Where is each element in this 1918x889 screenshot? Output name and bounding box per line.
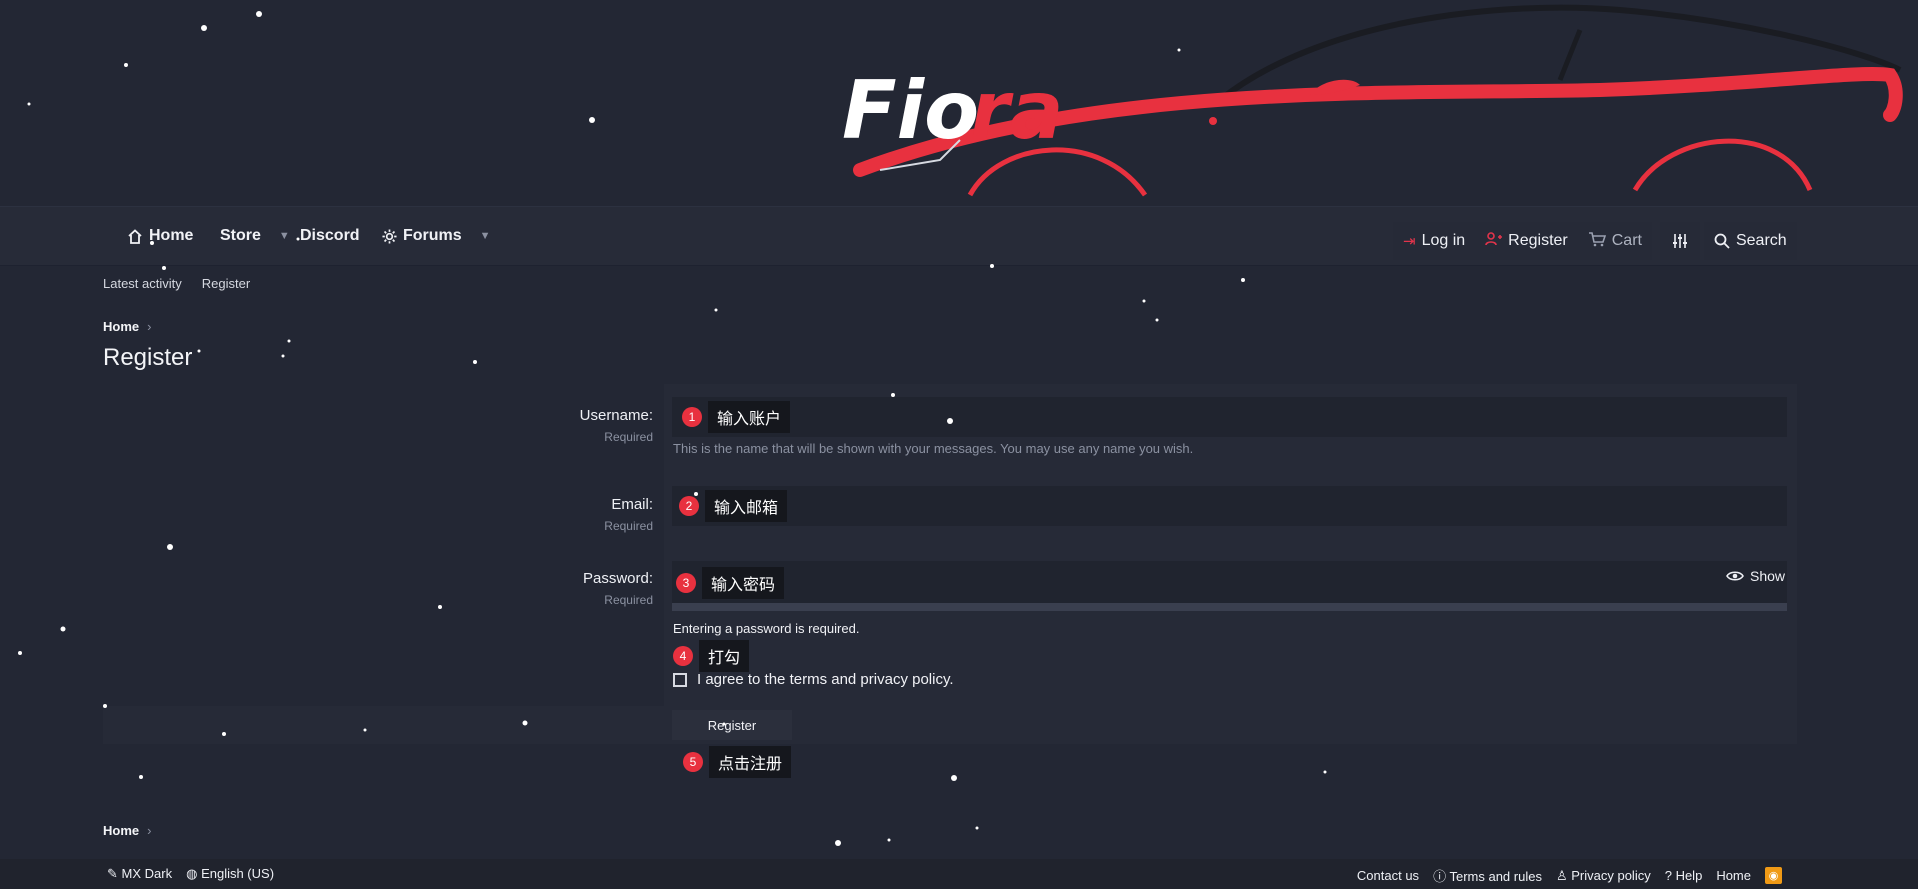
annotation-4: 4 打勾 <box>673 640 750 672</box>
help-link[interactable]: ? Help <box>1665 868 1703 883</box>
sub-navigation: Latest activity Register <box>103 276 250 291</box>
question-icon: ? <box>1664 868 1672 883</box>
subnav-latest-activity[interactable]: Latest activity <box>103 276 182 291</box>
breadcrumb-home[interactable]: Home <box>103 823 139 838</box>
required-note: Required <box>604 519 653 533</box>
email-input[interactable] <box>672 486 1787 526</box>
main-navbar: Home Store ▼ Discord Forums ▼ ⇥ Log in R… <box>0 206 1918 266</box>
subnav-register[interactable]: Register <box>202 276 250 291</box>
annotation-2: 2 输入邮箱 <box>679 490 788 522</box>
car-pillar <box>1557 29 1583 81</box>
style-chooser-button[interactable] <box>1659 222 1700 260</box>
logo-text-red: ra <box>970 64 1063 157</box>
nav-home-label: Home <box>149 227 194 244</box>
annotation-1: 1 输入账户 <box>682 401 791 433</box>
password-input[interactable] <box>672 561 1787 603</box>
contact-link[interactable]: Contact us <box>1357 868 1419 883</box>
nav-store[interactable]: Store ▼ <box>220 227 290 245</box>
search-icon <box>1714 233 1730 249</box>
agree-terms[interactable]: I agree to the terms and privacy policy. <box>673 671 954 688</box>
gear-icon <box>382 228 397 244</box>
car-light <box>1209 117 1217 125</box>
brush-icon: ✎ <box>107 866 118 881</box>
chevron-right-icon: › <box>147 319 152 334</box>
chevron-right-icon: › <box>147 823 152 838</box>
nav-discord-label: Discord <box>300 227 360 244</box>
nav-forums[interactable]: Forums ▼ <box>382 227 491 245</box>
required-note: Required <box>604 593 653 607</box>
info-icon: ⓘ <box>1433 869 1447 884</box>
breadcrumb[interactable]: Home › <box>103 319 151 334</box>
username-label: Username: Required <box>579 407 653 444</box>
required-note: Required <box>604 430 653 444</box>
logo-banner[interactable]: Fio ra <box>0 0 1918 206</box>
footer-home-link[interactable]: Home <box>1716 868 1751 883</box>
login-icon: ⇥ <box>1403 233 1416 250</box>
username-hint: This is the name that will be shown with… <box>673 441 1194 456</box>
privacy-link[interactable]: ♙ Privacy policy <box>1556 868 1651 884</box>
site-header: Fio ra <box>0 0 1918 206</box>
nav-discord[interactable]: Discord <box>300 227 360 245</box>
register-label: Register <box>1508 232 1568 249</box>
language-chooser-link[interactable]: ◍ English (US) <box>186 866 274 882</box>
annotation-5: 5 点击注册 <box>683 746 792 778</box>
cart-label: Cart <box>1611 232 1642 249</box>
email-label: Email: Required <box>604 496 653 533</box>
password-strength-meter <box>672 603 1787 611</box>
cart-icon <box>1588 231 1606 251</box>
nav-store-label: Store <box>220 227 261 244</box>
chevron-down-icon[interactable]: ▼ <box>480 230 491 242</box>
style-chooser-link[interactable]: ✎ MX Dark <box>107 866 172 882</box>
nav-home[interactable]: Home <box>127 227 193 245</box>
form-submit-row <box>103 706 1797 744</box>
page-title: Register <box>103 344 193 371</box>
cart-button[interactable]: Cart <box>1577 222 1652 260</box>
search-button[interactable]: Search <box>1703 222 1797 260</box>
breadcrumb-bottom[interactable]: Home › <box>103 823 151 838</box>
home-icon <box>128 228 142 244</box>
logo-text-white: Fio <box>842 64 979 157</box>
user-nav: ⇥ Log in Register Cart Search <box>1393 222 1797 260</box>
login-button[interactable]: ⇥ Log in <box>1393 222 1476 260</box>
search-label: Search <box>1735 232 1787 249</box>
sliders-icon <box>1672 234 1687 248</box>
chevron-down-icon[interactable]: ▼ <box>279 230 290 242</box>
agree-label: I agree to the terms and privacy policy. <box>697 671 954 688</box>
breadcrumb-home[interactable]: Home <box>103 319 139 334</box>
register-submit-button[interactable]: Register <box>672 710 792 740</box>
nav-forums-label: Forums <box>403 227 462 244</box>
show-label: Show <box>1750 568 1786 584</box>
annotation-3: 3 输入密码 <box>676 567 785 599</box>
terms-link[interactable]: ⓘ Terms and rules <box>1433 866 1542 885</box>
eye-icon <box>1726 571 1744 581</box>
password-required-text: Entering a password is required. <box>673 621 860 636</box>
show-password-toggle[interactable]: Show <box>1726 568 1785 584</box>
agree-checkbox[interactable] <box>673 672 687 687</box>
password-label: Password: Required <box>582 570 653 607</box>
username-input[interactable] <box>672 397 1787 437</box>
rss-icon[interactable]: ◉ <box>1765 867 1782 884</box>
car-rear-wheel-arch <box>1632 138 1813 192</box>
user-shield-icon: ♙ <box>1555 867 1568 883</box>
user-plus-icon <box>1485 232 1503 250</box>
site-footer: ✎ MX Dark ◍ English (US) Contact us ⓘ Te… <box>0 859 1918 889</box>
globe-icon: ◍ <box>186 866 198 881</box>
login-label: Log in <box>1421 232 1466 249</box>
register-button[interactable]: Register <box>1475 222 1578 260</box>
